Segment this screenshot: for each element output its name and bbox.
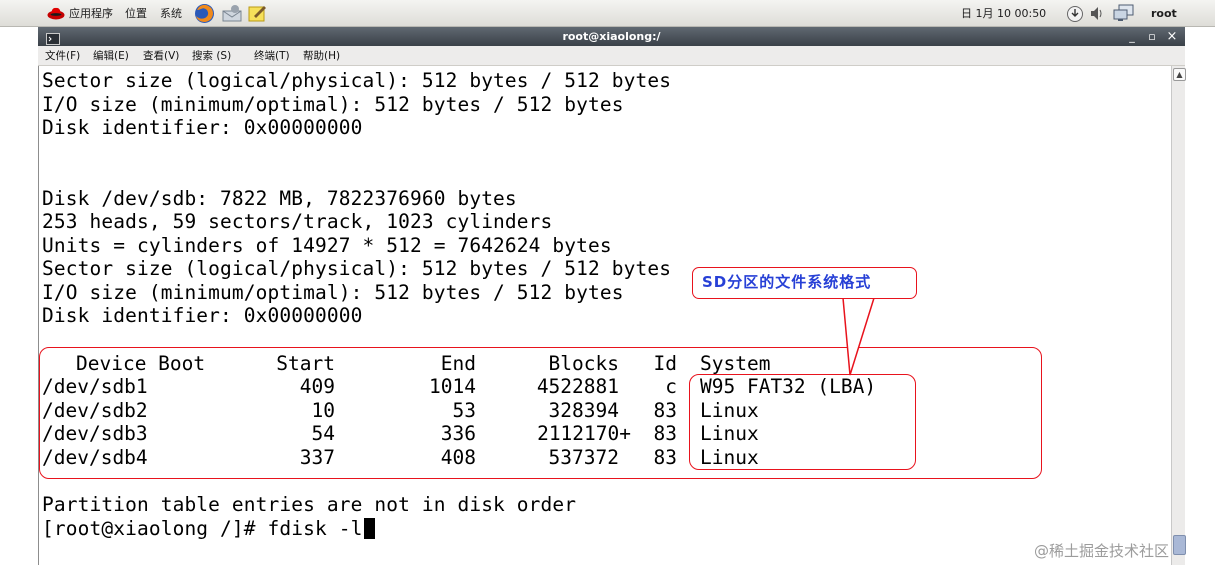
scroll-thumb[interactable] [1173, 535, 1186, 555]
desktop-screen: 应用程序 位置 系统 日 1月 10 00:50 root root@xiaol… [0, 0, 1215, 579]
watermark: @稀土掘金技术社区 [1034, 542, 1170, 560]
callout-label: SD分区的文件系统格式 [692, 267, 917, 299]
callout-pointer [842, 297, 875, 376]
terminal-scrollbar[interactable]: ▲ [1171, 66, 1186, 565]
scroll-up-button[interactable]: ▲ [1173, 68, 1186, 81]
